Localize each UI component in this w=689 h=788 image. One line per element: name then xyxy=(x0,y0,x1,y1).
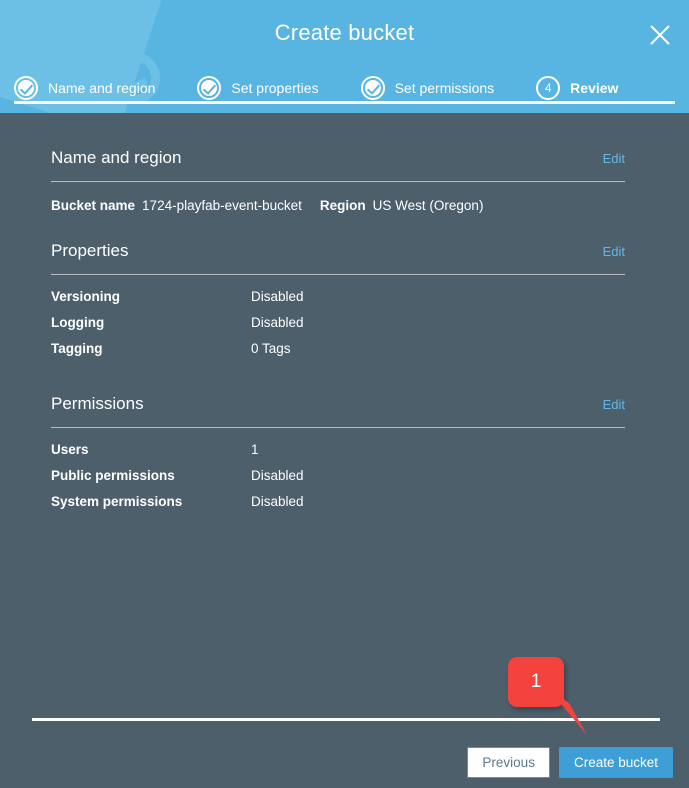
row-label: Users xyxy=(51,442,89,457)
section-title: Name and region xyxy=(51,148,182,167)
footer-divider xyxy=(32,718,660,721)
dialog-header: Create bucket Name and region Set proper… xyxy=(0,0,689,113)
step-set-permissions[interactable]: Set permissions xyxy=(360,76,495,100)
section-divider xyxy=(51,181,625,182)
list-item: Versioning Disabled xyxy=(51,289,625,315)
check-icon xyxy=(197,76,222,100)
region-value: US West (Oregon) xyxy=(372,198,484,213)
list-item: System permissions Disabled xyxy=(51,494,625,520)
step-set-properties[interactable]: Set properties xyxy=(197,76,319,100)
stepper-underline xyxy=(14,101,675,104)
row-value: 0 Tags xyxy=(251,341,291,356)
step-number-marker: 4 xyxy=(536,76,561,100)
bucket-name-label: Bucket name xyxy=(51,198,136,213)
row-label: Logging xyxy=(51,315,105,330)
row-label: System permissions xyxy=(51,494,183,509)
list-item: Users 1 xyxy=(51,442,625,468)
row-value: Disabled xyxy=(251,494,304,509)
edit-properties-link[interactable]: Edit xyxy=(603,244,625,259)
section-properties: Properties Edit Versioning Disabled Logg… xyxy=(51,241,625,367)
list-item: Logging Disabled xyxy=(51,315,625,341)
row-value: Disabled xyxy=(251,315,304,330)
step-label: Set permissions xyxy=(394,80,495,96)
row-value: Disabled xyxy=(251,289,304,304)
step-label: Name and region xyxy=(48,80,156,96)
row-label: Versioning xyxy=(51,289,121,304)
section-divider xyxy=(51,274,625,275)
check-icon xyxy=(360,76,385,100)
bucket-name-value: 1724-playfab-event-bucket xyxy=(142,198,302,213)
section-header: Properties Edit xyxy=(51,241,625,271)
row-value: Disabled xyxy=(251,468,304,483)
region-label: Region xyxy=(319,198,366,213)
footer-actions: Previous Create bucket xyxy=(467,747,673,778)
create-bucket-button[interactable]: Create bucket xyxy=(558,747,673,778)
row-label: Public permissions xyxy=(51,468,175,483)
step-name-and-region[interactable]: Name and region xyxy=(14,76,155,100)
review-content: Name and region Edit Bucket name 1724-pla… xyxy=(0,113,689,788)
permissions-list: Users 1 Public permissions Disabled Syst… xyxy=(51,442,625,520)
section-header: Permissions Edit xyxy=(51,394,625,424)
section-title: Properties xyxy=(51,241,129,260)
dialog-title: Create bucket xyxy=(274,20,415,45)
row-label: Tagging xyxy=(51,341,103,356)
edit-name-and-region-link[interactable]: Edit xyxy=(603,151,625,166)
edit-permissions-link[interactable]: Edit xyxy=(603,397,625,412)
step-number: 4 xyxy=(544,81,552,95)
check-icon xyxy=(14,76,38,100)
properties-list: Versioning Disabled Logging Disabled Tag… xyxy=(51,289,625,367)
section-permissions: Permissions Edit Users 1 Public permissi… xyxy=(51,394,625,520)
bucket-name-and-region-row: Bucket name 1724-playfab-event-bucket Regi… xyxy=(51,198,625,213)
list-item: Tagging 0 Tags xyxy=(51,341,625,367)
wizard-stepper: Name and region Set properties Set permi… xyxy=(14,74,674,102)
step-label: Set properties xyxy=(231,80,319,96)
step-review[interactable]: 4 Review xyxy=(536,76,618,100)
section-title: Permissions xyxy=(51,394,144,413)
list-item: Public permissions Disabled xyxy=(51,468,625,494)
section-divider xyxy=(51,427,625,428)
section-name-and-region: Name and region Edit Bucket name 1724-pla… xyxy=(51,148,625,213)
section-header: Name and region Edit xyxy=(51,148,625,178)
previous-button[interactable]: Previous xyxy=(467,747,550,778)
step-label: Review xyxy=(570,80,619,96)
row-value: 1 xyxy=(251,442,259,457)
close-icon[interactable] xyxy=(643,18,677,52)
